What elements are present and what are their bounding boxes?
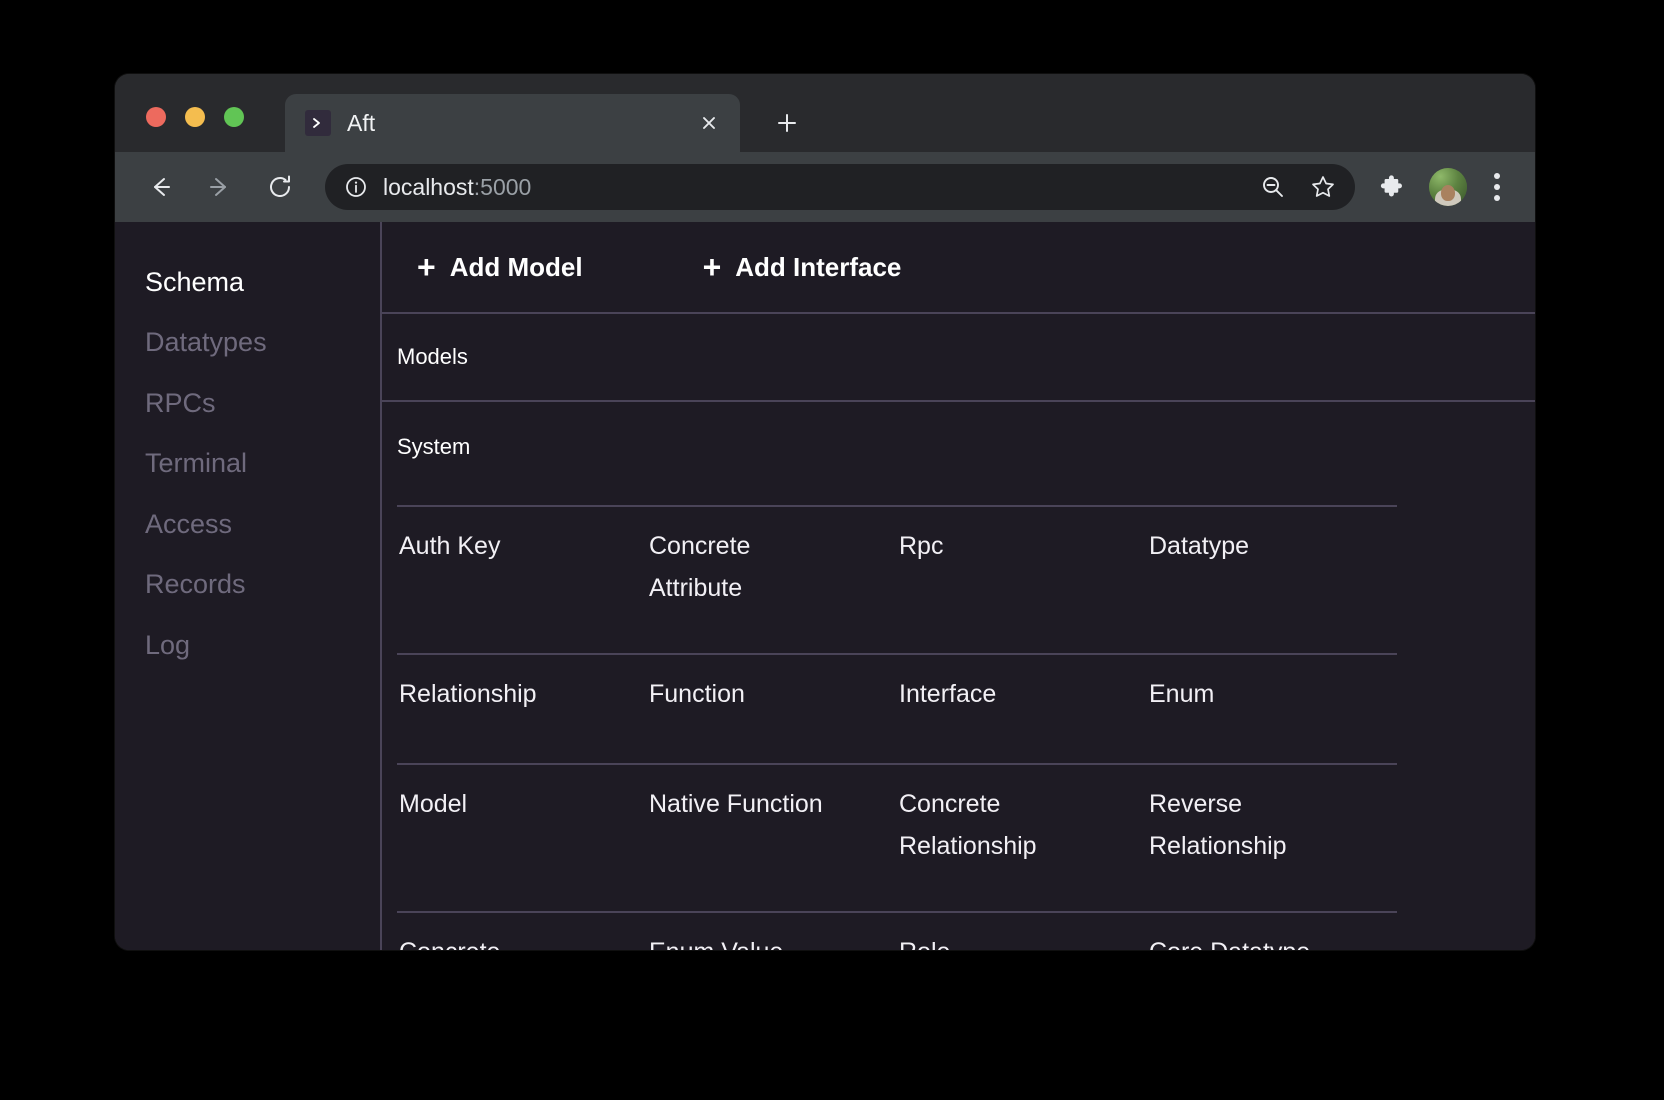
add-interface-button[interactable]: + Add Interface: [703, 251, 902, 283]
model-cell[interactable]: Native Function: [647, 763, 897, 911]
action-bar: + Add Model + Add Interface: [382, 222, 1535, 314]
close-icon[interactable]: [694, 108, 724, 138]
info-circle-icon[interactable]: [343, 174, 369, 200]
browser-window: Aft localhost:5000 Schema Datatypes RPCs…: [115, 74, 1535, 950]
model-grid: Auth Key Concrete Attribute Rpc Datatype…: [397, 505, 1535, 950]
sidebar-item-log[interactable]: Log: [115, 615, 380, 675]
browser-tab[interactable]: Aft: [285, 94, 740, 152]
main-panel: + Add Model + Add Interface Models Syste…: [382, 222, 1535, 950]
url-port: :5000: [473, 173, 532, 200]
model-cell[interactable]: Role: [897, 911, 1147, 950]
model-cell[interactable]: Relationship: [397, 653, 647, 763]
model-cell-label: Interface: [899, 680, 997, 708]
tab-title: Aft: [347, 109, 376, 136]
group-label-system: System: [397, 434, 471, 459]
add-model-label: Add Model: [449, 251, 583, 282]
sidebar-item-records[interactable]: Records: [115, 554, 380, 614]
model-cell[interactable]: Reverse Relationship: [1147, 763, 1397, 911]
model-cell[interactable]: Function: [647, 653, 897, 763]
traffic-lights: [146, 107, 244, 127]
avatar[interactable]: [1429, 168, 1467, 206]
terminal-prompt-icon: [305, 110, 331, 136]
plus-icon: +: [702, 249, 722, 285]
model-cell-label: Concrete Relationship: [899, 790, 1037, 860]
sidebar-item-datatypes[interactable]: Datatypes: [115, 312, 380, 372]
new-tab-button[interactable]: [767, 103, 807, 143]
models-section-header: Models: [382, 314, 1535, 402]
model-cell[interactable]: Model: [397, 763, 647, 911]
url-text[interactable]: localhost:5000: [383, 174, 1253, 201]
star-icon[interactable]: [1303, 167, 1343, 207]
sidebar-item-rpcs[interactable]: RPCs: [115, 373, 380, 433]
model-cell[interactable]: Enum Value: [647, 911, 897, 950]
sidebar-item-access[interactable]: Access: [115, 494, 380, 554]
model-cell-label: Core Datatype: [1149, 931, 1349, 950]
app-page: Schema Datatypes RPCs Terminal Access Re…: [115, 222, 1535, 950]
model-cell[interactable]: Interface: [897, 653, 1147, 763]
reload-icon[interactable]: [257, 164, 303, 210]
model-cell-label: Enum Value: [649, 931, 849, 950]
browser-toolbar: localhost:5000: [115, 152, 1535, 222]
window-close-button[interactable]: [146, 107, 166, 127]
address-bar[interactable]: localhost:5000: [325, 164, 1355, 210]
sidebar-item-schema[interactable]: Schema: [115, 252, 380, 312]
model-cell-label: Native Function: [649, 790, 823, 818]
arrow-right-icon[interactable]: [197, 164, 243, 210]
model-cell[interactable]: Concrete: [397, 911, 647, 950]
models-body: System Auth Key Concrete Attribute Rpc D…: [382, 402, 1535, 950]
sidebar: Schema Datatypes RPCs Terminal Access Re…: [115, 222, 382, 950]
model-cell-label: Datatype: [1149, 532, 1250, 560]
model-cell-label: Auth Key: [399, 532, 501, 560]
model-cell-label: Model: [399, 790, 468, 818]
model-cell-label: Role: [899, 931, 1099, 950]
model-cell[interactable]: Rpc: [897, 505, 1147, 653]
window-minimize-button[interactable]: [185, 107, 205, 127]
model-cell-label: Function: [649, 680, 745, 708]
kebab-menu-icon[interactable]: [1477, 165, 1517, 209]
sidebar-item-terminal[interactable]: Terminal: [115, 433, 380, 493]
model-cell-label: Relationship: [399, 680, 537, 708]
model-cell-label: Rpc: [899, 532, 944, 560]
model-cell-label: Reverse Relationship: [1149, 790, 1287, 860]
tab-strip: Aft: [115, 74, 1535, 152]
zoom-out-icon[interactable]: [1253, 167, 1293, 207]
add-interface-label: Add Interface: [735, 251, 902, 282]
model-cell[interactable]: Enum: [1147, 653, 1397, 763]
plus-icon: +: [417, 249, 436, 285]
window-maximize-button[interactable]: [224, 107, 244, 127]
url-host: localhost: [383, 173, 474, 200]
model-cell[interactable]: Auth Key: [397, 505, 647, 653]
model-cell-label: Concrete: [399, 931, 599, 950]
model-cell[interactable]: Datatype: [1147, 505, 1397, 653]
model-cell[interactable]: Concrete Attribute: [647, 505, 897, 653]
models-section-label: Models: [397, 344, 468, 369]
model-cell[interactable]: Core Datatype: [1147, 911, 1397, 950]
puzzle-piece-icon[interactable]: [1369, 165, 1413, 209]
model-cell-label: Enum: [1149, 680, 1215, 708]
add-model-button[interactable]: + Add Model: [417, 251, 583, 283]
model-cell-label: Concrete Attribute: [649, 532, 751, 602]
model-cell[interactable]: Concrete Relationship: [897, 763, 1147, 911]
arrow-left-icon[interactable]: [137, 164, 183, 210]
